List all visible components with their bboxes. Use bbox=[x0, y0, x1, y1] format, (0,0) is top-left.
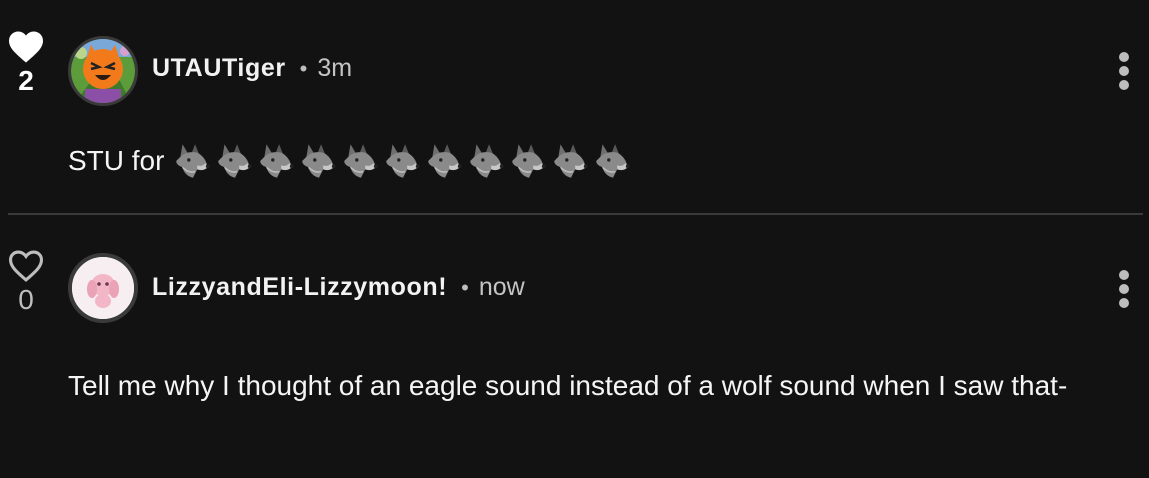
avatar-image bbox=[72, 257, 134, 319]
heart-outline-icon[interactable] bbox=[7, 249, 45, 283]
avatar-image bbox=[71, 39, 135, 103]
emoji-row bbox=[172, 140, 634, 182]
like-control[interactable]: 2 bbox=[6, 30, 46, 96]
wolf-emoji bbox=[386, 144, 421, 178]
wolf-emoji bbox=[596, 144, 631, 178]
heart-filled-icon[interactable] bbox=[7, 30, 45, 64]
comment-text-content: STU for bbox=[68, 145, 165, 176]
avatar[interactable] bbox=[68, 36, 138, 106]
wolf-emoji bbox=[512, 144, 547, 178]
separator-dot: • bbox=[461, 274, 469, 300]
comment-text: STU for bbox=[68, 140, 634, 182]
username[interactable]: LizzyandEli-Lizzymoon! bbox=[152, 273, 447, 302]
avatar[interactable] bbox=[68, 253, 138, 323]
separator-dot: • bbox=[299, 55, 308, 81]
like-count: 0 bbox=[18, 284, 34, 315]
more-options-icon[interactable] bbox=[1117, 270, 1131, 312]
wolf-emoji bbox=[554, 144, 589, 178]
like-count: 2 bbox=[18, 65, 34, 96]
wolf-emoji bbox=[470, 144, 505, 178]
wolf-emoji bbox=[344, 144, 379, 178]
wolf-emoji bbox=[260, 144, 295, 178]
username[interactable]: UTAUTiger bbox=[152, 54, 286, 83]
wolf-emoji bbox=[302, 144, 337, 178]
comment-item: 2 UTAUTiger • 3m STU for bbox=[0, 0, 1149, 214]
timestamp: 3m bbox=[317, 54, 353, 82]
comment-item: 0 LizzyandEli-Lizzymoon! • now Tell me w… bbox=[0, 215, 1149, 478]
timestamp: now bbox=[478, 273, 525, 301]
wolf-emoji bbox=[428, 144, 463, 178]
wolf-emoji bbox=[176, 144, 211, 178]
comment-meta: LizzyandEli-Lizzymoon! • now bbox=[152, 273, 525, 302]
comment-text: Tell me why I thought of an eagle sound … bbox=[68, 370, 1068, 401]
more-options-icon[interactable] bbox=[1117, 52, 1131, 94]
wolf-emoji bbox=[218, 144, 253, 178]
comment-meta: UTAUTiger • 3m bbox=[152, 54, 352, 83]
like-control[interactable]: 0 bbox=[6, 249, 46, 315]
